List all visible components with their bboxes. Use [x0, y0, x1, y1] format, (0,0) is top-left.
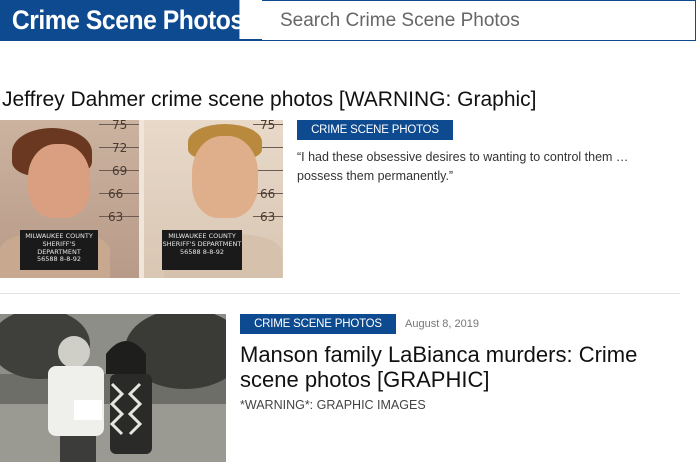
post-date: August 8, 2019 [405, 318, 480, 330]
height-mark: 66 [108, 187, 124, 201]
site-header: Crime Scene Photos [0, 0, 696, 41]
height-mark: 72 [112, 141, 128, 155]
booking-plate: MILWAUKEE COUNTY SHERIFF'S DEPARTMENT 56… [20, 230, 98, 270]
mugshot-front: 75 66 63 MILWAUKEE COUNTY SHERIFF'S DEPA… [144, 120, 283, 278]
post-thumbnail[interactable] [0, 314, 226, 462]
height-mark: 66 [260, 187, 276, 201]
search-input[interactable] [262, 0, 696, 41]
height-mark: 63 [108, 210, 124, 224]
post-excerpt: “I had these obsessive desires to wantin… [297, 150, 629, 183]
post-divider [0, 293, 680, 294]
booking-plate: MILWAUKEE COUNTY SHERIFF'S DEPARTMENT 56… [162, 230, 242, 270]
mugshot-profile: 75 72 69 66 63 MILWAUKEE COUNTY SHERIFF'… [0, 120, 139, 278]
category-badge[interactable]: CRIME SCENE PHOTOS [240, 314, 396, 334]
height-mark: 63 [260, 210, 276, 224]
post-title[interactable]: Manson family LaBianca murders: Crime sc… [240, 342, 680, 392]
category-badge[interactable]: CRIME SCENE PHOTOS [297, 120, 453, 140]
post-title[interactable]: Jeffrey Dahmer crime scene photos [WARNI… [2, 88, 537, 112]
photo-illustration [0, 314, 226, 462]
post-excerpt: *WARNING*: GRAPHIC IMAGES [240, 398, 426, 412]
height-mark: 75 [112, 120, 128, 132]
height-mark: 75 [260, 120, 276, 132]
post-thumbnail[interactable]: 75 72 69 66 63 MILWAUKEE COUNTY SHERIFF'… [0, 120, 283, 278]
height-mark: 69 [112, 164, 128, 178]
site-logo[interactable]: Crime Scene Photos [0, 0, 244, 41]
